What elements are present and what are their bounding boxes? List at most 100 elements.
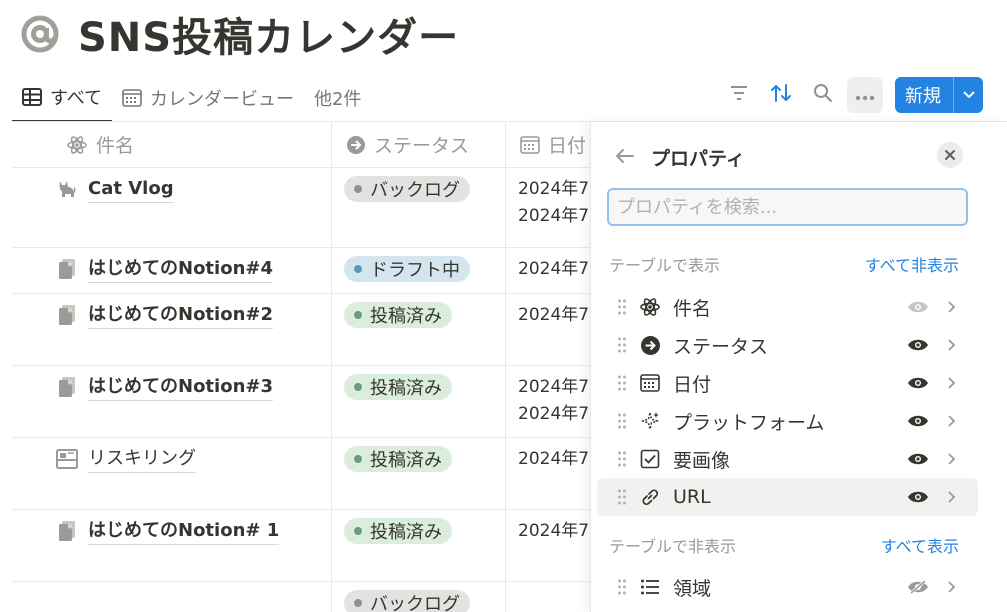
table-icon [22, 87, 42, 107]
status-badge: 投稿済み [344, 518, 452, 544]
title-cell[interactable]: リスキリング [12, 438, 332, 509]
hide-all-button[interactable]: すべて非表示 [865, 252, 959, 276]
property-item[interactable]: 領域 [597, 568, 978, 606]
status-cell[interactable]: 投稿済み [332, 438, 506, 509]
status-cell[interactable]: 投稿済み [332, 366, 506, 437]
chevron-right-icon[interactable] [940, 376, 964, 390]
title-cell[interactable] [12, 582, 332, 612]
view-tabs: すべて カレンダービュー 他2件 [12, 74, 371, 122]
status-cell[interactable]: ドラフト中 [332, 248, 506, 293]
row-title[interactable]: はじめてのNotion#2 [88, 302, 273, 329]
row-title[interactable]: はじめてのNotion#3 [88, 374, 273, 401]
drag-handle-icon[interactable] [611, 450, 633, 468]
filter-button[interactable] [721, 77, 757, 113]
row-title[interactable]: リスキリング [88, 446, 196, 473]
drag-handle-icon[interactable] [611, 578, 633, 596]
title-cell[interactable]: はじめてのNotion#3 [12, 366, 332, 437]
table-row[interactable]: リスキリング 投稿済み 2024年7, [12, 438, 590, 510]
chevron-right-icon[interactable] [940, 452, 964, 466]
tab-calendar-view[interactable]: カレンダービュー [112, 75, 304, 121]
property-label: 日付 [673, 373, 712, 396]
row-title[interactable]: はじめてのNotion#4 [88, 256, 273, 283]
sort-button[interactable] [763, 77, 799, 113]
close-button[interactable] [937, 142, 963, 168]
title-cell[interactable]: はじめてのNotion#2 [12, 294, 332, 365]
tab-all[interactable]: すべて [12, 74, 113, 122]
eye-icon[interactable] [906, 338, 930, 352]
status-badge: 投稿済み [344, 374, 452, 400]
column-header-status[interactable]: ステータス [332, 122, 506, 167]
at-sign-icon[interactable] [20, 14, 60, 54]
status-cell[interactable]: 投稿済み [332, 510, 506, 581]
table-row[interactable]: はじめてのNotion#3 投稿済み 2024年7, 2024年7, [12, 366, 590, 438]
more-views-button[interactable]: 他2件 [304, 75, 371, 121]
back-button[interactable] [613, 144, 637, 168]
date-cell[interactable]: 2024年7, 2024年7, [506, 366, 590, 437]
more-options-button[interactable] [847, 77, 883, 113]
chevron-right-icon[interactable] [940, 490, 964, 504]
link-icon [639, 486, 661, 508]
new-button-label[interactable]: 新規 [895, 77, 953, 113]
property-item[interactable]: プラットフォーム [597, 402, 978, 440]
date-value: 2024年7, [518, 305, 590, 325]
table-row[interactable]: Cat Vlog バックログ 2024年7, 2024年7, [12, 168, 590, 248]
status-cell[interactable]: バックログ [332, 168, 506, 247]
drag-handle-icon[interactable] [611, 412, 633, 430]
new-dropdown-button[interactable] [953, 77, 983, 113]
property-item[interactable]: 件名 [597, 288, 978, 326]
eye-icon[interactable] [906, 490, 930, 504]
property-item[interactable]: URL [597, 478, 978, 516]
more-icon [855, 86, 875, 105]
status-cell[interactable]: バックログ [332, 582, 506, 612]
hidden-section-header: テーブルで非表示 すべて表示 [609, 533, 959, 557]
filter-icon [729, 85, 749, 105]
status-cell[interactable]: 投稿済み [332, 294, 506, 365]
checkbox-icon [639, 448, 661, 470]
page-icon [56, 520, 78, 542]
date-cell[interactable]: 2024年7, [506, 510, 590, 581]
eye-icon[interactable] [906, 452, 930, 466]
date-cell[interactable]: 2024年7, 2024年7, [506, 168, 590, 247]
title-cell[interactable]: Cat Vlog [12, 168, 332, 247]
cat-icon [56, 178, 78, 200]
date-cell[interactable]: 2024年7, [506, 438, 590, 509]
page-title[interactable]: SNS投稿カレンダー [78, 5, 459, 63]
drag-handle-icon[interactable] [611, 488, 633, 506]
show-all-button[interactable]: すべて表示 [881, 533, 959, 557]
eye-icon[interactable] [906, 414, 930, 428]
column-header-title[interactable]: 件名 [12, 122, 332, 167]
column-header-date[interactable]: 日付 [506, 122, 590, 167]
property-label: プラットフォーム [673, 411, 825, 434]
shown-section-header: テーブルで表示 すべて非表示 [609, 252, 959, 276]
chevron-right-icon[interactable] [940, 580, 964, 594]
chevron-right-icon[interactable] [940, 414, 964, 428]
table-row[interactable]: はじめてのNotion#4 ドラフト中 2024年7, [12, 248, 590, 294]
table-row[interactable]: はじめてのNotion# 1 投稿済み 2024年7, [12, 510, 590, 582]
property-item[interactable]: 日付 [597, 364, 978, 402]
property-item[interactable]: ステータス [597, 326, 978, 364]
property-search-input[interactable] [607, 188, 968, 226]
table-row[interactable]: バックログ [12, 582, 590, 612]
section-label: テーブルで非表示 [609, 537, 737, 556]
arrow-circle-icon [346, 135, 366, 155]
status-label: 投稿済み [370, 306, 442, 327]
drag-handle-icon[interactable] [611, 336, 633, 354]
date-cell[interactable]: 2024年7, [506, 294, 590, 365]
property-item[interactable]: 要画像 [597, 440, 978, 478]
chevron-right-icon[interactable] [940, 300, 964, 314]
table-row[interactable]: はじめてのNotion#2 投稿済み 2024年7, [12, 294, 590, 366]
date-cell[interactable]: 2024年7, [506, 248, 590, 293]
new-button[interactable]: 新規 [895, 77, 983, 113]
row-title[interactable]: はじめてのNotion# 1 [88, 518, 280, 545]
eye-icon[interactable] [906, 376, 930, 390]
date-cell[interactable] [506, 582, 590, 612]
column-label: ステータス [374, 135, 470, 157]
drag-handle-icon[interactable] [611, 298, 633, 316]
eye-off-icon[interactable] [906, 579, 930, 595]
row-title[interactable]: Cat Vlog [88, 176, 174, 203]
drag-handle-icon[interactable] [611, 374, 633, 392]
title-cell[interactable]: はじめてのNotion#4 [12, 248, 332, 293]
title-cell[interactable]: はじめてのNotion# 1 [12, 510, 332, 581]
search-button[interactable] [805, 77, 841, 113]
chevron-right-icon[interactable] [940, 338, 964, 352]
